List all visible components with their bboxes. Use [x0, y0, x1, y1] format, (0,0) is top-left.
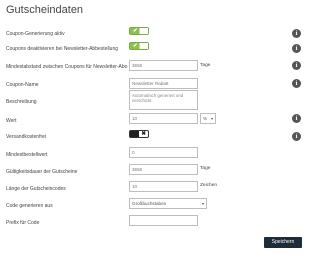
save-button[interactable]: Speichern	[264, 237, 302, 248]
info-icon[interactable]: i	[292, 132, 301, 141]
newsletter-unsub-toggle[interactable]: ✔	[129, 42, 149, 50]
validity-input[interactable]: 3650	[129, 164, 198, 175]
description-label: Beschreibung	[6, 99, 37, 105]
code-prefix-label: Prefix für Code	[6, 220, 40, 226]
code-generation-label: Code generieren aus	[6, 203, 53, 209]
code-prefix-input[interactable]	[129, 215, 198, 226]
code-length-unit: Zeichen	[200, 183, 218, 188]
value-label: Wert	[6, 118, 17, 124]
chevron-down-icon: ▾	[201, 201, 204, 206]
value-unit-select[interactable]: % ▾	[200, 113, 216, 124]
page-title: Gutscheindaten	[6, 4, 84, 16]
free-shipping-toggle[interactable]: ✖	[129, 130, 149, 138]
min-interval-unit: Tage	[200, 63, 211, 68]
info-icon[interactable]: i	[292, 79, 301, 88]
free-shipping-label: Versandkostenfrei	[6, 134, 47, 140]
description-textarea[interactable]: Automatisch generiert und verschickt.	[129, 90, 198, 110]
check-icon: ✔	[133, 43, 138, 49]
coupon-name-label: Coupon-Name	[6, 82, 39, 88]
close-icon: ✖	[141, 131, 146, 137]
validity-unit: Tage	[200, 166, 211, 171]
min-interval-label: Mindestabstand zwischen Coupons für News…	[6, 64, 128, 70]
check-icon: ✔	[133, 28, 138, 34]
newsletter-unsub-label: Coupons deaktivieren bei Newsletter-Abbe…	[6, 46, 119, 52]
info-icon[interactable]: i	[292, 29, 301, 38]
min-order-label: Mindestbestellwert	[6, 152, 48, 158]
code-length-label: Länge der Gutscheincodes	[6, 186, 66, 192]
info-icon[interactable]: i	[292, 61, 301, 70]
chevron-down-icon: ▾	[210, 116, 213, 121]
min-order-input[interactable]: 0	[129, 147, 198, 158]
coupon-name-input[interactable]: Newsletter Rabatt	[129, 78, 198, 89]
value-unit-selected: %	[203, 116, 208, 121]
coupon-generation-toggle[interactable]: ✔	[129, 27, 149, 35]
info-icon[interactable]: i	[292, 114, 301, 123]
validity-label: Gültigkeitsdauer der Gutscheine	[6, 169, 78, 175]
code-generation-selected: Großbuchstaben	[132, 201, 167, 206]
code-length-input[interactable]: 10	[129, 181, 198, 192]
info-icon[interactable]: i	[292, 44, 301, 53]
coupon-generation-label: Coupon-Generierung aktiv	[6, 31, 65, 37]
value-input[interactable]: 10	[129, 113, 198, 124]
code-generation-select[interactable]: Großbuchstaben ▾	[129, 198, 207, 209]
min-interval-input[interactable]: 3650	[129, 60, 198, 71]
